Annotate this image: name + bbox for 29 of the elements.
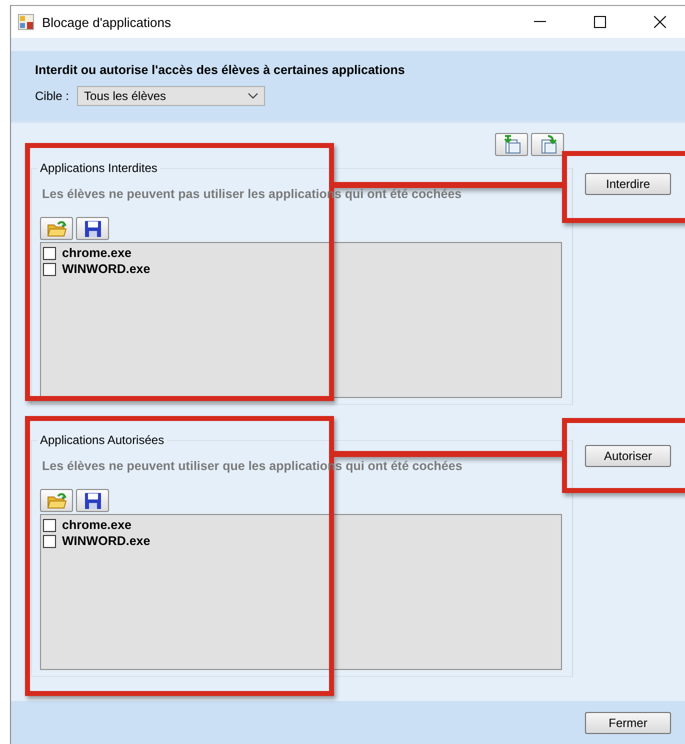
application-name: chrome.exe: [62, 518, 132, 532]
target-dropdown[interactable]: Tous les élèves: [77, 86, 266, 106]
target-label: Cible :: [35, 89, 70, 103]
maximize-icon: [594, 16, 606, 28]
close-icon: [654, 16, 666, 28]
export-button[interactable]: [531, 133, 564, 156]
minimize-icon: [534, 21, 546, 23]
folder-arrow-icon: [46, 220, 66, 238]
checkbox[interactable]: [43, 246, 56, 260]
application-name: WINWORD.exe: [62, 534, 150, 548]
save-button[interactable]: [76, 217, 109, 240]
close-dialog-button[interactable]: Fermer: [585, 712, 671, 734]
action-button[interactable]: Autoriser: [585, 445, 671, 467]
action-button[interactable]: Interdire: [585, 173, 671, 195]
open-button[interactable]: [40, 217, 73, 240]
checkbox[interactable]: [43, 518, 56, 532]
window-title: Blocage d'applications: [42, 14, 172, 30]
checkbox[interactable]: [43, 262, 56, 276]
open-button[interactable]: [40, 489, 73, 512]
chevron-down-icon: [248, 93, 258, 99]
application-name: WINWORD.exe: [62, 262, 150, 276]
folder-arrow-icon: [46, 492, 66, 510]
checkbox[interactable]: [43, 534, 56, 548]
document-arrow-icon: [502, 135, 522, 154]
save-button[interactable]: [76, 489, 109, 512]
app-icon: [18, 14, 34, 30]
application-name: chrome.exe: [62, 246, 132, 260]
header-heading: Interdit ou autorise l'accès des élèves à certaines applications: [35, 63, 406, 77]
import-button[interactable]: [495, 133, 528, 156]
